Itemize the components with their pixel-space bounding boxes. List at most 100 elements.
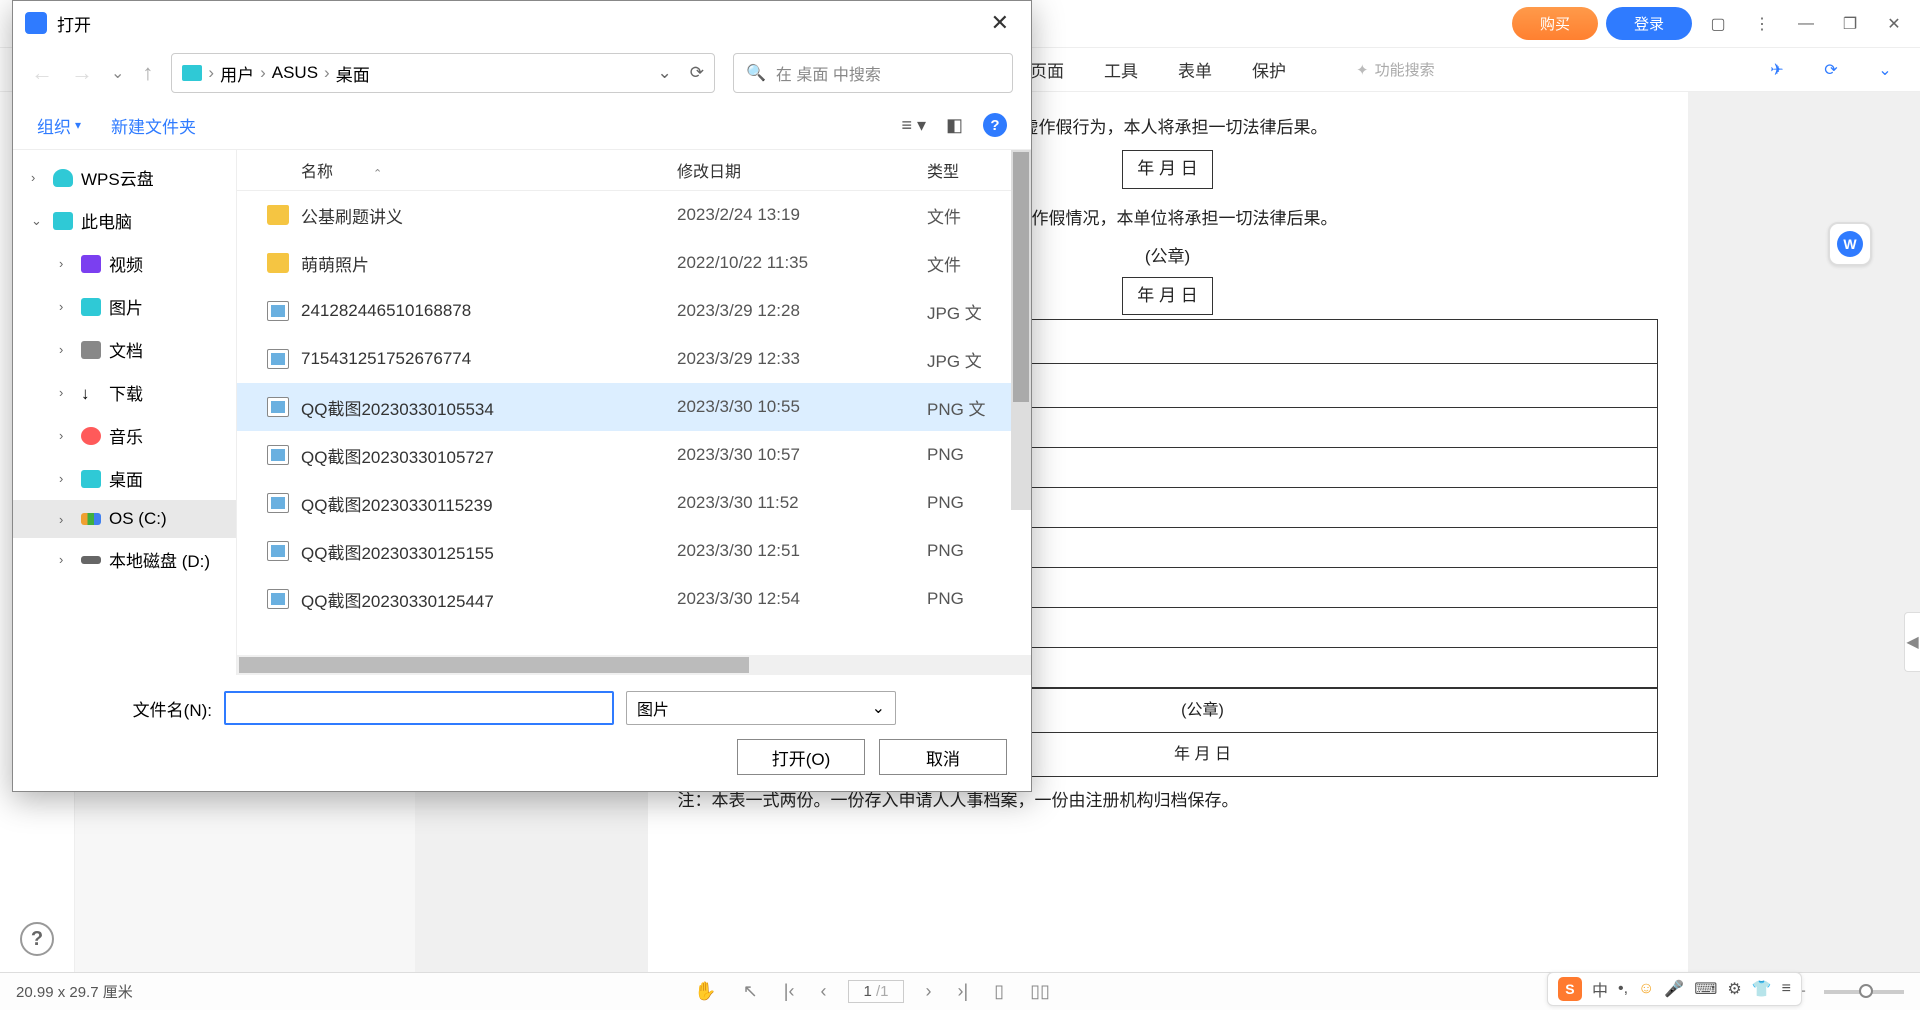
nav-forward-icon[interactable]: → [71,60,93,86]
file-row[interactable]: 公基刷题讲义2023/2/24 13:19文件 [237,191,1031,239]
tree-item-3[interactable]: ›图片 [13,285,236,328]
chevron-icon[interactable]: › [59,428,73,443]
menu-form[interactable]: 表单 [1178,57,1212,82]
col-date[interactable]: 修改日期 [677,158,927,182]
menu-protect[interactable]: 保护 [1252,57,1286,82]
refresh-icon[interactable]: ⟳ [690,63,704,83]
close-app-icon[interactable]: ✕ [1876,6,1912,42]
chat-icon[interactable]: ▢ [1700,6,1736,42]
bc-seg-1[interactable]: ASUS [272,63,318,83]
ime-emoji-icon[interactable]: ☺ [1638,980,1654,998]
chevron-icon[interactable]: › [59,385,73,400]
close-icon[interactable]: ✕ [981,6,1019,40]
word-export-badge[interactable]: W [1828,222,1872,266]
col-type[interactable]: 类型 [927,158,1007,182]
last-page-icon[interactable]: ›| [954,981,973,1002]
maximize-icon[interactable]: ❐ [1832,6,1868,42]
filetype-filter[interactable]: 图片 ⌄ [626,691,896,725]
ime-toolbar[interactable]: S 中 •, ☺ 🎤 ⌨ ⚙ 👕 ≡ [1547,972,1802,1006]
tree-item-2[interactable]: ›视频 [13,242,236,285]
chevron-icon[interactable]: › [59,299,73,314]
zoom-slider[interactable] [1824,990,1904,994]
horizontal-scrollbar[interactable] [237,655,1031,675]
tree-item-0[interactable]: ›WPS云盘 [13,156,236,199]
breadcrumb-dropdown-icon[interactable]: ⌄ [658,63,672,83]
file-row[interactable]: 2412824465101688782023/3/29 12:28JPG 文 [237,287,1031,335]
tree-item-9[interactable]: ›本地磁盘 (D:) [13,538,236,581]
tree-item-7[interactable]: ›桌面 [13,457,236,500]
file-row[interactable]: 萌萌照片2022/10/22 11:35文件 [237,239,1031,287]
file-row[interactable]: QQ截图202303301254472023/3/30 12:54PNG [237,575,1031,623]
bc-seg-0[interactable]: 用户 [220,61,254,86]
login-button[interactable]: 登录 [1606,7,1692,40]
file-row[interactable]: QQ截图202303301251552023/3/30 12:51PNG [237,527,1031,575]
search-input[interactable]: 🔍 在 桌面 中搜索 [733,53,1013,93]
menu-page[interactable]: 页面 [1030,57,1064,82]
ime-punct[interactable]: •, [1618,980,1628,998]
file-row[interactable]: QQ截图202303301057272023/3/30 10:57PNG [237,431,1031,479]
breadcrumb[interactable]: › 用户 › ASUS › 桌面 ⌄ ⟳ [171,53,715,93]
tree-item-5[interactable]: ›↓下载 [13,371,236,414]
chevron-icon[interactable]: ⌄ [31,213,45,229]
tree-item-1[interactable]: ⌄此电脑 [13,199,236,242]
nav-back-icon[interactable]: ← [31,60,53,86]
chevron-icon[interactable]: › [59,512,73,527]
tree-item-6[interactable]: ›音乐 [13,414,236,457]
organize-menu[interactable]: 组织 ▾ [37,113,81,138]
preview-pane-icon[interactable]: ◧ [946,115,963,136]
ime-lang[interactable]: 中 [1592,977,1608,1001]
chevron-icon[interactable]: › [59,256,73,271]
ime-settings-icon[interactable]: ⚙ [1727,979,1741,999]
chevron-icon[interactable]: › [31,170,45,185]
file-row[interactable]: 7154312517526767742023/3/29 12:33JPG 文 [237,335,1031,383]
help-icon[interactable]: ? [20,922,54,956]
hand-tool-icon[interactable]: ✋ [690,981,720,1002]
ime-menu-icon[interactable]: ≡ [1782,980,1791,998]
select-tool-icon[interactable]: ↖ [739,981,762,1002]
chevron-icon[interactable]: › [59,552,73,567]
view-mode-icon[interactable]: ≡ ▾ [901,115,926,136]
ime-voice-icon[interactable]: 🎤 [1664,979,1684,999]
bc-seg-2[interactable]: 桌面 [336,61,370,86]
col-name[interactable]: 名称 [301,164,333,181]
chevron-icon[interactable]: › [59,342,73,357]
help-badge-icon[interactable]: ? [983,113,1007,137]
file-row[interactable]: QQ截图202303301152392023/3/30 11:52PNG [237,479,1031,527]
more-icon[interactable]: ⋮ [1744,6,1780,42]
ime-skin-icon[interactable]: 👕 [1752,979,1772,999]
search-placeholder: 在 桌面 中搜索 [776,61,881,85]
cancel-button[interactable]: 取消 [879,739,1007,775]
minimize-icon[interactable]: — [1788,6,1824,42]
page-input[interactable]: 1 /1 [848,980,903,1003]
feature-search[interactable]: ✦ 功能搜索 [1356,59,1435,80]
buy-button[interactable]: 购买 [1512,7,1598,40]
tree-item-4[interactable]: ›文档 [13,328,236,371]
nav-up-icon[interactable]: ↑ [142,60,153,86]
chevron-icon[interactable]: › [59,471,73,486]
pic-icon [81,298,101,316]
first-page-icon[interactable]: |‹ [780,981,799,1002]
prev-page-icon[interactable]: ‹ [816,981,830,1002]
single-page-icon[interactable]: ▯ [990,981,1008,1002]
send-icon[interactable]: ✈ [1762,55,1792,85]
file-date: 2023/3/30 12:54 [677,589,927,609]
chevron-down-icon[interactable]: ⌄ [1870,55,1900,85]
expand-right-panel[interactable]: ◀ [1904,612,1920,672]
continuous-icon[interactable]: ▯▯ [1026,981,1054,1002]
nav-recent-icon[interactable]: ⌄ [111,63,124,83]
ime-keyboard-icon[interactable]: ⌨ [1694,979,1717,999]
file-list-header[interactable]: 名称⌃ 修改日期 类型 [237,150,1031,191]
file-row[interactable]: QQ截图202303301055342023/3/30 10:55PNG 文 [237,383,1031,431]
cloud-up-icon[interactable]: ⟳ [1816,55,1846,85]
next-page-icon[interactable]: › [922,981,936,1002]
new-folder-button[interactable]: 新建文件夹 [111,113,196,138]
vertical-scrollbar[interactable] [1011,150,1031,510]
img-icon [267,541,289,561]
folder-tree[interactable]: ›WPS云盘⌄此电脑›视频›图片›文档›↓下载›音乐›桌面›OS (C:)›本地… [13,150,237,675]
menu-tools[interactable]: 工具 [1104,57,1138,82]
open-button[interactable]: 打开(O) [737,739,865,775]
tree-item-8[interactable]: ›OS (C:) [13,500,236,538]
sogou-logo-icon[interactable]: S [1558,977,1582,1001]
filename-input[interactable] [224,691,614,725]
file-list-body[interactable]: 公基刷题讲义2023/2/24 13:19文件萌萌照片2022/10/22 11… [237,191,1031,655]
